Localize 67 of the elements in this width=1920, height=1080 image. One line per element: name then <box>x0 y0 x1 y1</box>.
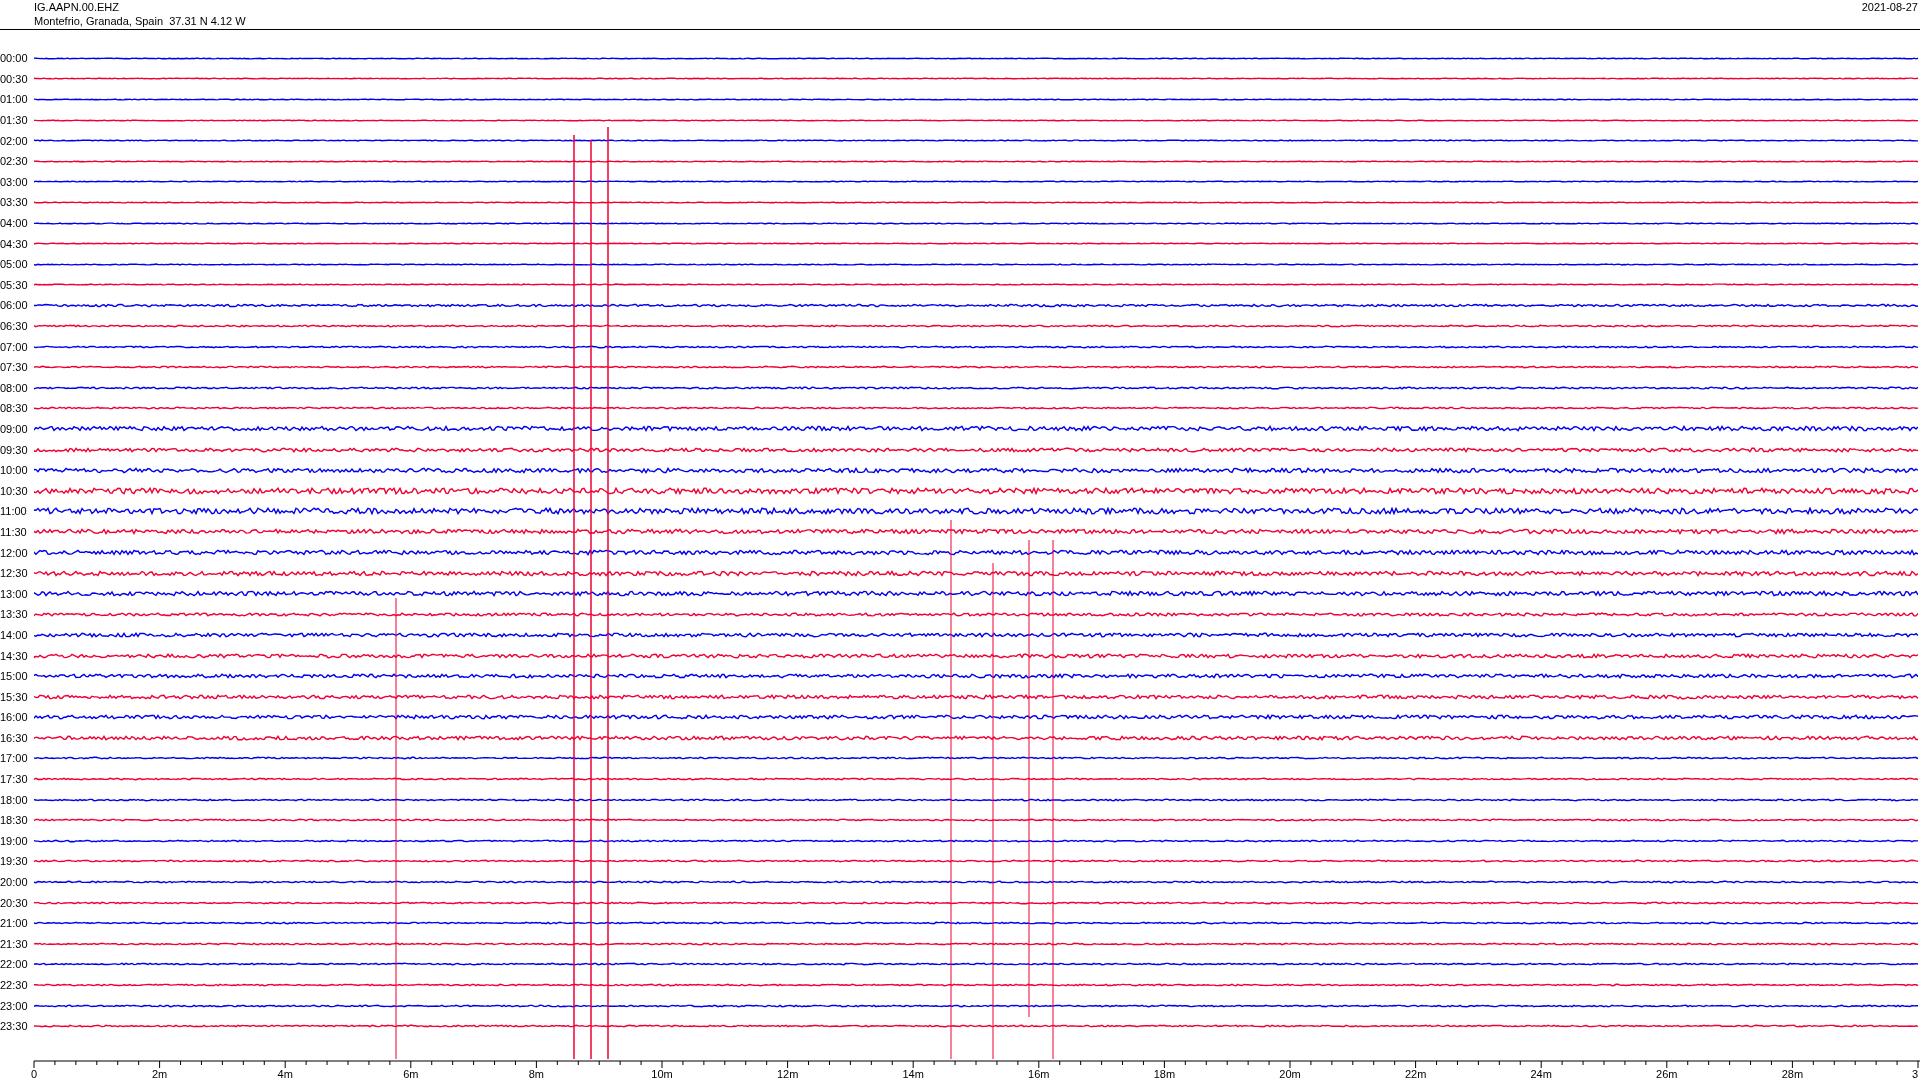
plot-date: 2021-08-27 <box>1861 0 1918 15</box>
time-label: 14:30 <box>0 649 29 662</box>
time-label: 22:00 <box>0 958 29 971</box>
time-label: 18:00 <box>0 793 29 806</box>
time-label: 09:00 <box>0 423 29 435</box>
time-label: 04:00 <box>0 217 29 230</box>
axis-tick-label: 0 <box>30 1068 38 1080</box>
time-label: 17:30 <box>0 773 29 786</box>
time-label: 22:30 <box>0 979 29 991</box>
time-label: 09:30 <box>0 443 29 456</box>
time-label: 17:00 <box>0 752 29 765</box>
axis-tick-label: 6m <box>403 1068 419 1080</box>
time-label: 11:00 <box>0 505 28 518</box>
time-label: 23:00 <box>0 999 29 1012</box>
axis-tick-label: 2m <box>151 1068 168 1080</box>
time-label: 21:30 <box>0 937 29 950</box>
station-code: IG.AAPN.00.EHZ <box>34 0 120 14</box>
station-location: Montefrio, Granada, Spain 37.31 N 4.12 W <box>34 14 246 28</box>
axis-tick-label: 20m <box>1279 1068 1301 1080</box>
time-label: 16:30 <box>0 731 29 744</box>
axis-tick-label: 3 <box>1911 1068 1918 1080</box>
axis-tick-label: 8m <box>528 1068 545 1080</box>
time-label: 14:00 <box>0 628 29 641</box>
time-label: 00:00 <box>0 52 29 65</box>
time-label: 05:30 <box>0 278 29 291</box>
time-label: 19:00 <box>0 834 29 847</box>
time-label: 08:00 <box>0 381 29 394</box>
time-label: 15:30 <box>0 690 29 703</box>
time-label: 18:30 <box>0 814 29 827</box>
time-label: 12:00 <box>0 546 29 559</box>
time-label: 02:30 <box>0 155 29 168</box>
axis-tick-label: 18m <box>1153 1068 1176 1080</box>
time-label: 08:30 <box>0 402 29 415</box>
axis-tick-label: 22m <box>1404 1068 1427 1080</box>
time-label: 12:30 <box>0 567 29 580</box>
axis-tick-label: 14m <box>902 1068 924 1080</box>
time-label: 06:00 <box>0 299 29 312</box>
time-label: 03:00 <box>0 175 29 188</box>
time-label: 20:30 <box>0 896 29 909</box>
time-label: 19:30 <box>0 855 29 868</box>
time-label: 13:00 <box>0 587 29 600</box>
axis-tick-label: 28m <box>1781 1068 1804 1080</box>
time-label: 01:00 <box>0 93 29 106</box>
time-label: 05:00 <box>0 258 29 271</box>
time-label: 10:30 <box>0 484 29 497</box>
axis-tick-label: 12m <box>776 1068 799 1080</box>
time-label: 03:30 <box>0 196 29 209</box>
time-label: 15:00 <box>0 670 29 683</box>
time-label: 04:30 <box>0 237 29 250</box>
axis-tick-label: 26m <box>1656 1068 1678 1080</box>
time-label: 00:30 <box>0 72 29 85</box>
time-label: 23:30 <box>0 1020 29 1033</box>
time-label: 07:00 <box>0 340 29 353</box>
time-label: 06:30 <box>0 320 29 332</box>
axis-tick-label: 4m <box>277 1068 293 1080</box>
time-label: 11:30 <box>0 525 28 538</box>
time-label: 01:30 <box>0 114 29 127</box>
time-label: 07:30 <box>0 361 29 374</box>
axis-tick-label: 10m <box>651 1068 673 1080</box>
axis-tick-label: 24m <box>1530 1068 1552 1080</box>
time-label: 20:00 <box>0 876 29 889</box>
axis-tick-label: 16m <box>1028 1068 1050 1080</box>
time-label: 16:00 <box>0 711 29 724</box>
time-label: 13:30 <box>0 608 29 621</box>
time-label: 21:00 <box>0 917 29 930</box>
time-label: 10:00 <box>0 464 29 477</box>
time-label: 02:00 <box>0 134 29 147</box>
